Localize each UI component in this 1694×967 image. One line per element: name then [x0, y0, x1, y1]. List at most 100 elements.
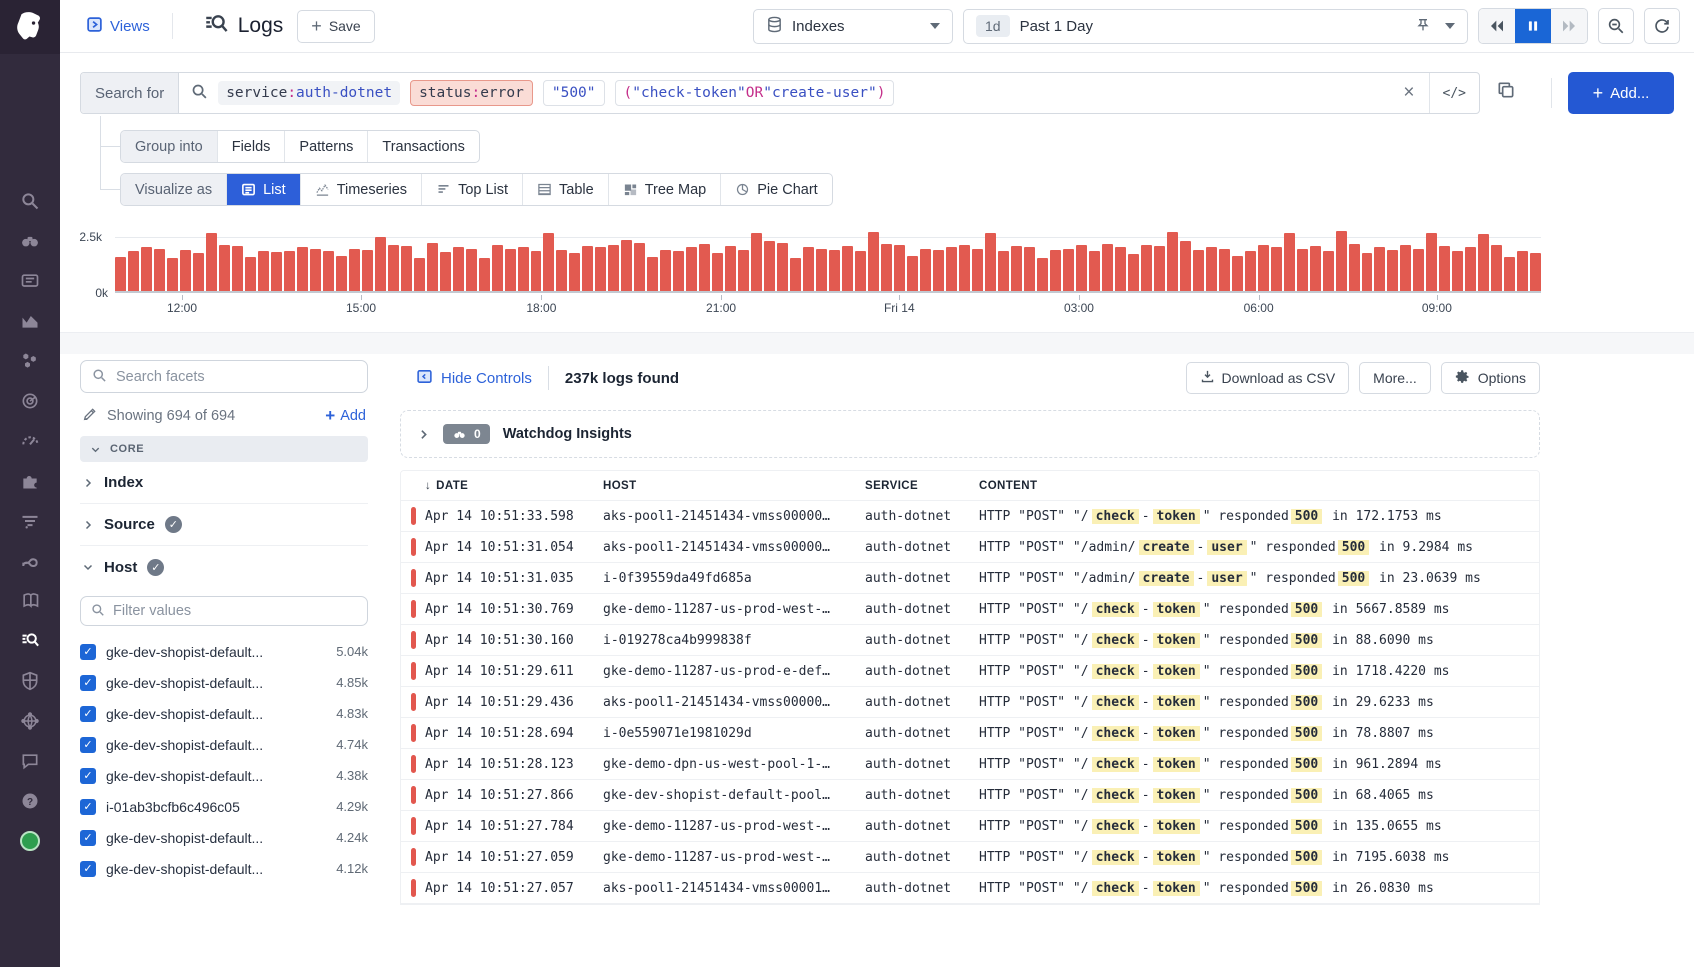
log-table-row[interactable]: Apr 14 10:51:30.769 gke-demo-11287-us-pr… — [401, 594, 1539, 625]
datadog-logo[interactable] — [0, 0, 60, 54]
histogram-bar[interactable] — [894, 245, 905, 291]
histogram-bar[interactable] — [569, 253, 580, 291]
histogram-bar[interactable] — [1245, 251, 1256, 291]
histogram-bar[interactable] — [271, 252, 282, 291]
query-token[interactable]: ("check-token" OR "create-user") — [615, 80, 895, 106]
host-facet-value[interactable]: ✓ i-01ab3bcfb6c496c05 4.29k — [80, 791, 368, 822]
facet-search-input[interactable] — [116, 369, 356, 385]
group-into-transactions[interactable]: Transactions — [368, 131, 478, 162]
histogram-bar[interactable] — [985, 233, 996, 291]
histogram-bar[interactable] — [998, 251, 1009, 291]
histogram-bar[interactable] — [1530, 253, 1541, 291]
gauge-icon[interactable] — [19, 430, 41, 452]
histogram-bar[interactable] — [453, 247, 464, 291]
histogram-bar[interactable] — [1102, 244, 1113, 291]
histogram-bar[interactable] — [232, 246, 243, 291]
visualize-timeseries-tab[interactable]: Timeseries — [301, 174, 422, 205]
histogram-bar[interactable] — [1413, 249, 1424, 291]
chevron-right-icon[interactable] — [417, 428, 430, 441]
histogram-bar[interactable] — [842, 246, 853, 291]
histogram-bar[interactable] — [829, 250, 840, 291]
host-facet-value[interactable]: ✓ gke-dev-shopist-default... 4.24k — [80, 822, 368, 853]
histogram-bar[interactable] — [1374, 247, 1385, 291]
histogram-bar[interactable] — [946, 247, 957, 291]
checkbox-checked[interactable]: ✓ — [80, 861, 96, 877]
histogram-bar[interactable] — [1206, 247, 1217, 291]
histogram-bar[interactable] — [803, 247, 814, 291]
column-header-host[interactable]: HOST — [603, 480, 865, 492]
query-token[interactable]: "500" — [543, 80, 605, 106]
histogram-bar[interactable] — [1037, 258, 1048, 291]
checkbox-checked[interactable]: ✓ — [80, 706, 96, 722]
histogram-bar[interactable] — [556, 250, 567, 291]
histogram-bar[interactable] — [1517, 251, 1528, 291]
histogram-bar[interactable] — [427, 243, 438, 291]
log-search-bar[interactable]: Search for service:auth-dotnetstatus:err… — [80, 72, 1480, 114]
watchdog-insights-panel[interactable]: 0 Watchdog Insights — [400, 410, 1540, 458]
histogram-bar[interactable] — [219, 245, 230, 291]
host-facet-value[interactable]: ✓ gke-dev-shopist-default... 5.04k — [80, 636, 368, 667]
histogram-bar[interactable] — [1349, 244, 1360, 291]
histogram-bar[interactable] — [297, 247, 308, 291]
group-into-fields[interactable]: Fields — [218, 131, 286, 162]
chevron-down-icon[interactable] — [1445, 23, 1455, 29]
synthetics-icon[interactable] — [19, 550, 41, 572]
histogram-bar[interactable] — [1232, 256, 1243, 291]
user-avatar[interactable] — [19, 830, 41, 852]
histogram-bar[interactable] — [1491, 245, 1502, 291]
histogram-bar[interactable] — [686, 247, 697, 291]
histogram-bar[interactable] — [1478, 234, 1489, 291]
histogram-bar[interactable] — [1297, 249, 1308, 291]
histogram-bar[interactable] — [128, 251, 139, 291]
histogram-bar[interactable] — [323, 251, 334, 291]
integrations-icon[interactable] — [19, 470, 41, 492]
histogram-bar[interactable] — [518, 247, 529, 291]
checkbox-checked[interactable]: ✓ — [80, 675, 96, 691]
log-table-row[interactable]: Apr 14 10:51:28.694 i-0e559071e1981029d … — [401, 718, 1539, 749]
indexes-dropdown[interactable]: Indexes — [753, 9, 953, 44]
host-facet-value[interactable]: ✓ gke-dev-shopist-default... 4.38k — [80, 760, 368, 791]
notebooks-icon[interactable] — [19, 590, 41, 612]
histogram-bar[interactable] — [660, 250, 671, 291]
histogram-bar[interactable] — [543, 233, 554, 291]
histogram-bar[interactable] — [1141, 245, 1152, 291]
histogram-bar[interactable] — [1024, 247, 1035, 291]
histogram-bar[interactable] — [1219, 249, 1230, 291]
facet-search[interactable] — [80, 360, 368, 393]
histogram-bar[interactable] — [933, 250, 944, 291]
refresh-icon[interactable] — [1644, 8, 1680, 44]
histogram-bar[interactable] — [972, 249, 983, 291]
log-table-row[interactable]: Apr 14 10:51:28.123 gke-demo-dpn-us-west… — [401, 749, 1539, 780]
histogram-bar[interactable] — [466, 249, 477, 291]
histogram-bar[interactable] — [1400, 245, 1411, 291]
hide-controls-button[interactable]: Hide Controls — [416, 368, 532, 389]
query-token[interactable]: service:auth-dotnet — [218, 81, 400, 105]
histogram-bar[interactable] — [1180, 241, 1191, 291]
histogram-bar[interactable] — [1504, 257, 1515, 291]
search-icon[interactable] — [19, 190, 41, 212]
pause-button[interactable] — [1515, 9, 1551, 43]
apm-icon[interactable] — [19, 390, 41, 412]
add-facet-button[interactable]: + Add — [325, 406, 366, 426]
rewind-button[interactable] — [1479, 9, 1515, 43]
histogram-bar[interactable] — [1128, 254, 1139, 291]
visualize-list-tab[interactable]: List — [227, 174, 301, 205]
checkbox-checked[interactable]: ✓ — [80, 737, 96, 753]
histogram-bar[interactable] — [790, 258, 801, 291]
histogram-bar[interactable] — [1193, 250, 1204, 291]
histogram-bar[interactable] — [258, 251, 269, 291]
histogram-bar[interactable] — [1426, 233, 1437, 291]
log-table-row[interactable]: Apr 14 10:51:27.784 gke-demo-11287-us-pr… — [401, 811, 1539, 842]
histogram-bar[interactable] — [388, 245, 399, 291]
log-volume-histogram[interactable] — [115, 232, 1541, 293]
histogram-bar[interactable] — [1439, 246, 1450, 291]
histogram-bar[interactable] — [608, 245, 619, 291]
histogram-bar[interactable] — [284, 251, 295, 291]
zoom-out-button[interactable] — [1598, 8, 1634, 44]
histogram-bar[interactable] — [634, 243, 645, 291]
facet-index[interactable]: Index — [80, 462, 368, 504]
log-table-row[interactable]: Apr 14 10:51:31.054 aks-pool1-21451434-v… — [401, 532, 1539, 563]
more-button[interactable]: More... — [1359, 362, 1431, 394]
histogram-bar[interactable] — [595, 247, 606, 291]
histogram-bar[interactable] — [531, 251, 542, 291]
